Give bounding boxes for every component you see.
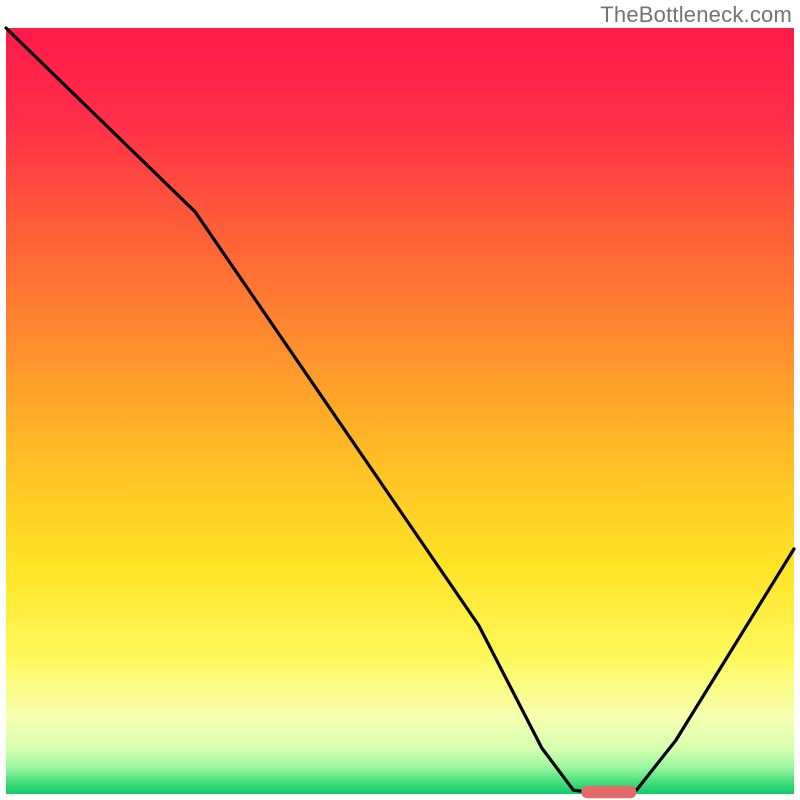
bottleneck-chart: TheBottleneck.com: [0, 0, 800, 800]
optimal-marker: [581, 786, 636, 798]
chart-svg: [0, 0, 800, 800]
watermark-text: TheBottleneck.com: [600, 2, 792, 28]
